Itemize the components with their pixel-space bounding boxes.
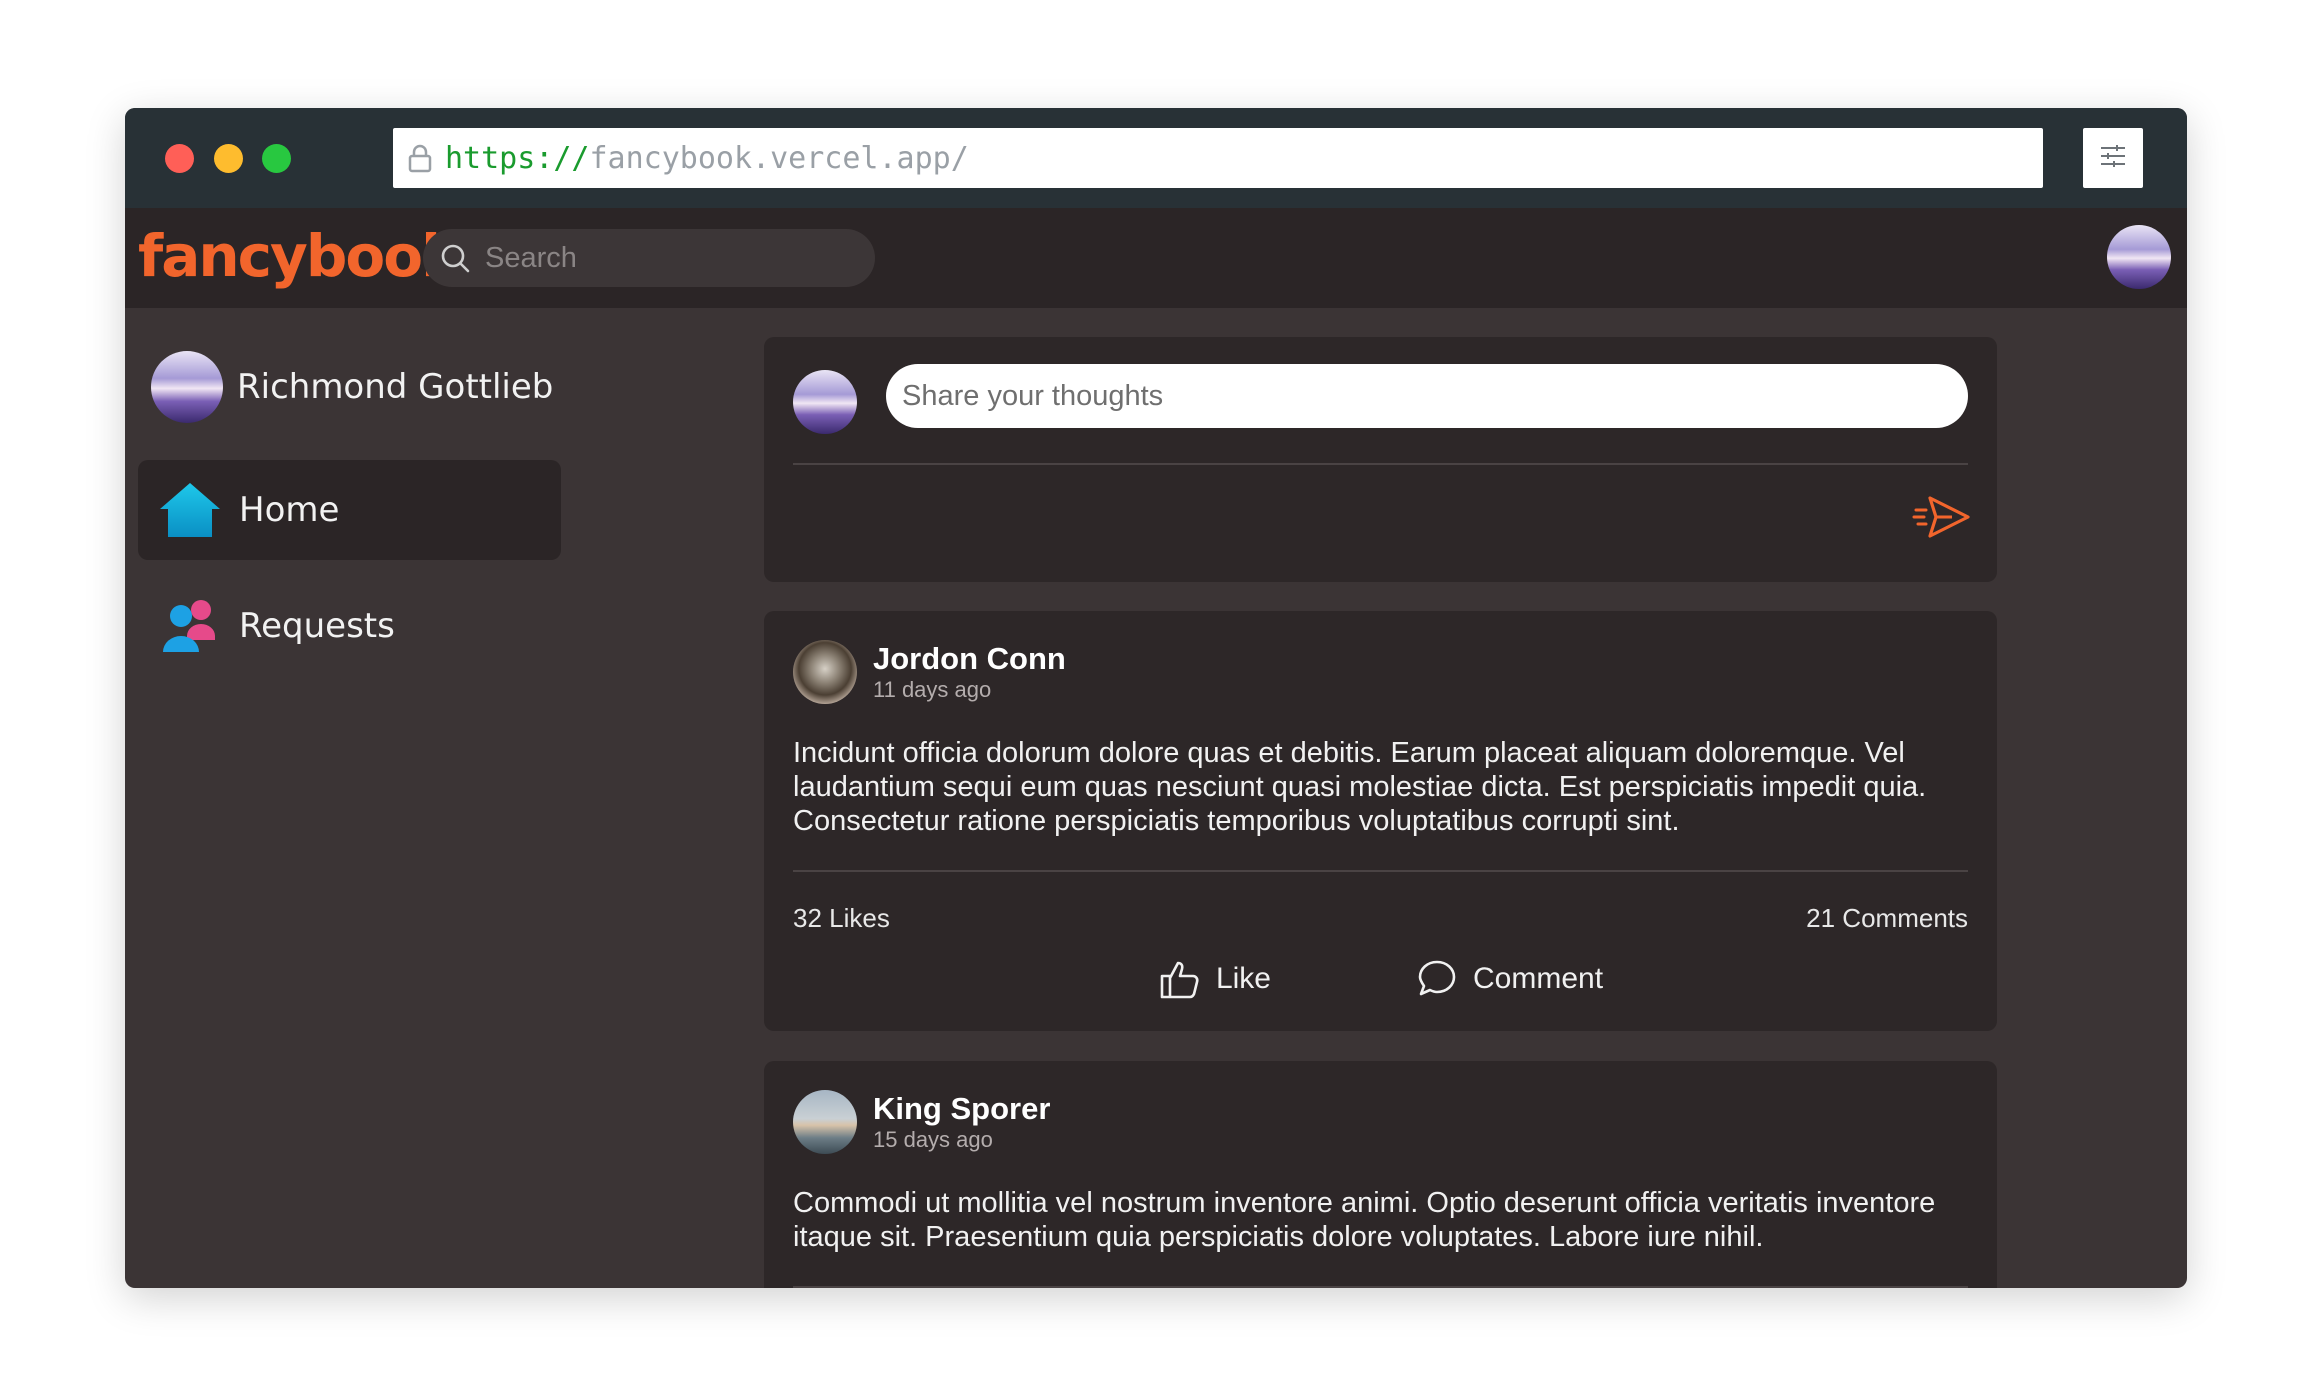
sidebar-item-requests[interactable]: Requests — [138, 576, 561, 676]
author-avatar[interactable] — [793, 640, 857, 704]
like-label: Like — [1215, 962, 1271, 995]
post-card: Jordon Conn 11 days ago Incidunt officia… — [764, 611, 1997, 1031]
address-bar[interactable]: https://fancybook.vercel.app/ — [393, 128, 2043, 188]
post-body: Commodi ut mollitia vel nostrum inventor… — [793, 1187, 1936, 1253]
post-stats: 32 Likes 21 Comments — [793, 903, 1968, 934]
maximize-window-button[interactable] — [262, 144, 291, 173]
post-author[interactable]: Jordon Conn — [873, 641, 1066, 677]
like-button[interactable]: Like — [1158, 957, 1271, 1001]
divider — [793, 870, 1968, 872]
comment-icon — [1415, 957, 1459, 1001]
comment-button[interactable]: Comment — [1415, 957, 1603, 1001]
comments-count[interactable]: 21 Comments — [1806, 903, 1968, 934]
post-card: King Sporer 15 days ago Commodi ut molli… — [764, 1061, 1997, 1288]
post-header: King Sporer 15 days ago — [793, 1090, 1050, 1154]
post-author[interactable]: King Sporer — [873, 1091, 1050, 1127]
divider — [793, 1286, 1968, 1288]
author-avatar[interactable] — [793, 1090, 857, 1154]
app-logo[interactable]: fancybook — [138, 222, 460, 290]
composer-avatar — [793, 370, 857, 434]
sidebar-user[interactable]: Richmond Gottlieb — [151, 351, 553, 423]
search-icon — [439, 242, 471, 274]
post-time: 15 days ago — [873, 1127, 993, 1152]
post-composer — [764, 337, 1997, 582]
thumbs-up-icon — [1158, 957, 1202, 1001]
lock-icon — [407, 143, 433, 173]
sidebar-item-home[interactable]: Home — [138, 460, 561, 560]
home-icon — [159, 479, 221, 541]
likes-count[interactable]: 32 Likes — [793, 903, 890, 934]
send-icon[interactable] — [1912, 492, 1972, 547]
sidebar-item-label: Requests — [239, 606, 395, 646]
post-body: Incidunt officia dolorum dolore quas et … — [793, 737, 1927, 837]
sidebar-item-label: Home — [239, 490, 340, 530]
url-scheme: https:// — [445, 140, 590, 176]
comment-label: Comment — [1473, 962, 1604, 995]
top-navbar: fancybook — [125, 208, 2187, 308]
browser-menu-button[interactable] — [2083, 128, 2143, 188]
browser-chrome: https://fancybook.vercel.app/ — [125, 108, 2187, 208]
browser-window: https://fancybook.vercel.app/ fancybook … — [125, 108, 2187, 1288]
sidebar-user-name: Richmond Gottlieb — [237, 367, 554, 407]
post-time: 11 days ago — [873, 677, 992, 702]
sliders-icon — [2098, 143, 2128, 174]
friends-icon — [159, 595, 221, 657]
search-bar[interactable] — [423, 229, 875, 287]
post-actions: Like Comment — [764, 957, 1997, 1001]
minimize-window-button[interactable] — [214, 144, 243, 173]
search-input[interactable] — [485, 241, 845, 275]
thoughts-input[interactable] — [886, 364, 1968, 428]
url-host: fancybook.vercel.app/ — [589, 140, 969, 176]
user-avatar — [151, 351, 223, 423]
profile-avatar[interactable] — [2107, 225, 2171, 289]
post-header: Jordon Conn 11 days ago — [793, 640, 1066, 704]
divider — [793, 463, 1968, 465]
close-window-button[interactable] — [165, 144, 194, 173]
